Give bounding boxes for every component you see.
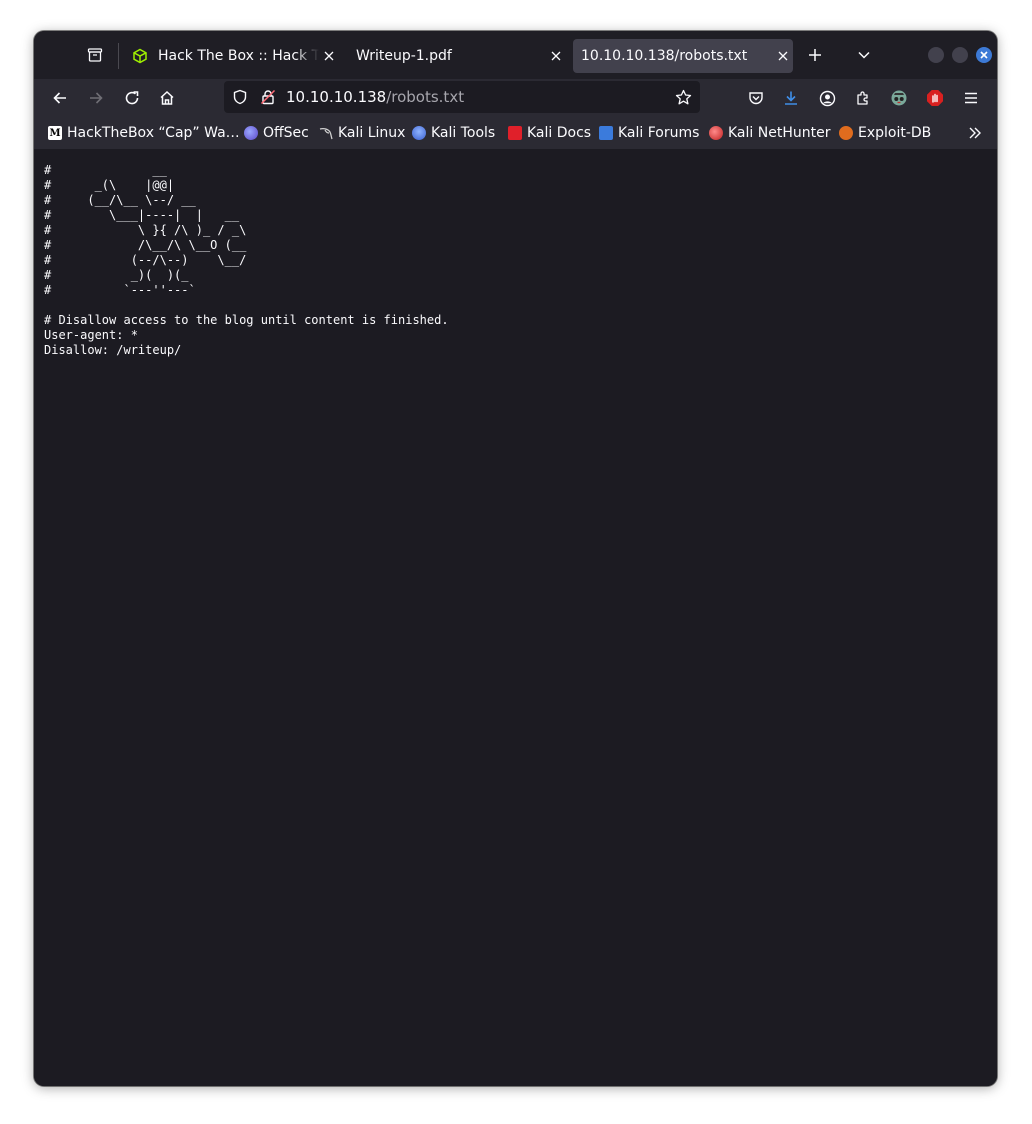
bookmark-label: Kali Tools xyxy=(431,125,496,141)
bookmark-label: Kali Docs xyxy=(527,125,592,141)
account-button[interactable] xyxy=(811,82,843,114)
close-icon xyxy=(980,51,988,59)
shield-icon xyxy=(233,89,247,105)
url-bar[interactable]: 10.10.10.138/robots.txt xyxy=(224,81,700,113)
bookmarks-toolbar: M HackTheBox “Cap” Wa… OffSec Kali Linux… xyxy=(34,117,997,150)
exploit-db-icon xyxy=(839,126,853,140)
bookmark-label: OffSec xyxy=(263,125,309,141)
kali-tools-icon xyxy=(412,126,426,140)
reload-button[interactable] xyxy=(116,82,148,114)
stop-hand-icon xyxy=(927,90,943,106)
page-content: # __ # _(\ |@@| # (__/\__ \--/ __ # \___… xyxy=(34,149,997,1086)
browser-window: Hack The Box :: Hack The Box Writeup-1.p… xyxy=(34,31,997,1086)
bookmark-label: HackTheBox “Cap” Wa… xyxy=(67,125,240,141)
arrow-left-icon xyxy=(53,92,66,104)
bookmark-kali-tools[interactable]: Kali Tools xyxy=(412,123,495,143)
pocket-button[interactable] xyxy=(740,82,772,114)
tab-writeup-pdf[interactable]: Writeup-1.pdf xyxy=(346,39,566,73)
bookmark-star-icon xyxy=(675,89,692,105)
chevron-down-icon xyxy=(858,51,870,59)
insecure-lock-icon xyxy=(260,89,276,105)
puzzle-icon xyxy=(857,91,868,105)
url-path: /robots.txt xyxy=(386,88,465,106)
htb-cube-icon xyxy=(133,48,147,64)
kali-docs-icon xyxy=(508,126,522,140)
plus-icon xyxy=(809,49,821,61)
tab-robots-txt[interactable]: 10.10.10.138/robots.txt xyxy=(573,39,793,73)
back-button[interactable] xyxy=(44,82,76,114)
close-icon xyxy=(324,51,334,61)
tab-title: Writeup-1.pdf xyxy=(356,48,452,64)
offsec-icon xyxy=(244,126,258,140)
extension-button-stop[interactable] xyxy=(919,82,951,114)
new-tab-button[interactable] xyxy=(799,39,831,71)
double-chevron-right-icon xyxy=(969,127,981,139)
medium-icon: M xyxy=(48,126,62,140)
pocket-icon xyxy=(749,92,763,105)
firefox-view-icon xyxy=(87,48,103,62)
tab-title: 10.10.10.138/robots.txt xyxy=(581,48,748,64)
minimize-button[interactable] xyxy=(928,47,944,63)
firefox-view-button[interactable] xyxy=(79,39,111,71)
home-icon xyxy=(160,90,174,105)
bookmark-kali-linux[interactable]: Kali Linux xyxy=(319,123,405,143)
extensions-button[interactable] xyxy=(847,82,879,114)
close-icon xyxy=(551,51,561,61)
close-window-button[interactable] xyxy=(976,47,992,63)
bookmark-label: Exploit-DB xyxy=(858,125,932,141)
bookmark-label: Kali Linux xyxy=(338,125,406,141)
kali-nethunter-icon xyxy=(709,126,723,140)
close-icon xyxy=(778,51,788,61)
kali-dragon-icon xyxy=(319,127,333,140)
tab-title: Hack The Box :: Hack The Box xyxy=(158,48,319,64)
maximize-button[interactable] xyxy=(952,47,968,63)
tab-strip: Hack The Box :: Hack The Box Writeup-1.p… xyxy=(34,31,997,79)
hamburger-menu-icon xyxy=(965,92,977,104)
tab-close-button[interactable] xyxy=(773,46,793,66)
bookmarks-overflow-button[interactable] xyxy=(959,117,991,149)
bookmark-label: Kali Forums xyxy=(618,125,700,141)
list-all-tabs-button[interactable] xyxy=(848,39,880,71)
bookmark-label: Kali NetHunter xyxy=(728,125,831,141)
bookmark-hackthebox-cap[interactable]: M HackTheBox “Cap” Wa… xyxy=(48,123,240,143)
account-icon xyxy=(819,90,835,106)
bookmark-exploit-db[interactable]: Exploit-DB xyxy=(839,123,931,143)
downloads-button[interactable] xyxy=(775,82,807,114)
bookmark-offsec[interactable]: OffSec xyxy=(244,123,309,143)
home-button[interactable] xyxy=(151,82,183,114)
kali-forums-icon xyxy=(599,126,613,140)
extension-button-spy[interactable] xyxy=(883,82,915,114)
robots-txt-content: # __ # _(\ |@@| # (__/\__ \--/ __ # \___… xyxy=(44,163,449,357)
spy-glasses-icon xyxy=(891,90,907,106)
tab-close-button[interactable] xyxy=(546,46,566,66)
forward-button[interactable] xyxy=(80,82,112,114)
bookmark-kali-nethunter[interactable]: Kali NetHunter xyxy=(709,123,830,143)
tab-separator xyxy=(118,43,119,69)
bookmark-kali-forums[interactable]: Kali Forums xyxy=(599,123,699,143)
url-host: 10.10.10.138 xyxy=(286,88,387,106)
tab-hackthebox[interactable]: Hack The Box :: Hack The Box xyxy=(126,39,339,73)
url-text[interactable]: 10.10.10.138/robots.txt xyxy=(286,88,464,106)
navigation-toolbar: 10.10.10.138/robots.txt xyxy=(34,79,997,117)
app-menu-button[interactable] xyxy=(955,82,987,114)
reload-icon xyxy=(125,91,139,105)
bookmark-kali-docs[interactable]: Kali Docs xyxy=(508,123,591,143)
download-icon xyxy=(785,91,797,105)
arrow-right-icon xyxy=(90,92,103,104)
tab-close-button[interactable] xyxy=(319,46,339,66)
